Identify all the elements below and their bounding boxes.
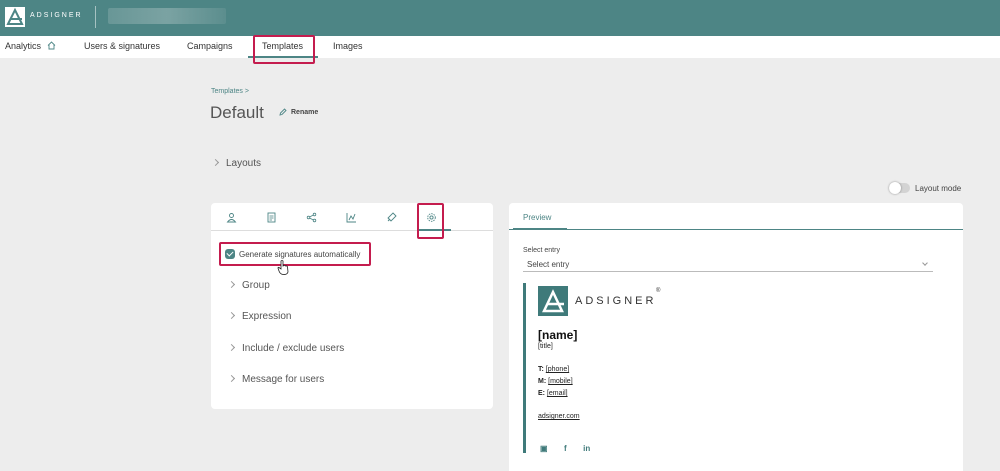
signature-name: [name]	[538, 328, 578, 342]
signature-email: E: [email]	[538, 390, 568, 397]
signature-website[interactable]: adsigner.com	[538, 413, 580, 420]
chevron-right-icon	[227, 374, 236, 383]
select-entry-value: Select entry	[527, 260, 570, 269]
signature-title: [title]	[538, 343, 553, 350]
chevron-down-icon	[922, 260, 928, 266]
breadcrumb[interactable]: Templates >	[211, 88, 249, 95]
option-message-for-users[interactable]: Message for users	[227, 374, 324, 385]
highlight-gear-tab	[417, 203, 444, 239]
select-entry-dropdown[interactable]: Select entry	[523, 259, 933, 272]
select-entry-label: Select entry	[523, 247, 560, 254]
chevron-right-icon	[211, 158, 220, 167]
facebook-icon[interactable]: f	[564, 444, 567, 453]
signature-social-icons: ▣ f in	[540, 438, 602, 456]
nav-item-analytics[interactable]: Analytics	[5, 41, 56, 52]
option-group[interactable]: Group	[227, 280, 270, 291]
chevron-right-icon	[227, 343, 236, 352]
document-icon[interactable]	[266, 212, 277, 223]
page-title: Default	[210, 103, 264, 122]
layout-mode-toggle[interactable]: Layout mode	[889, 182, 961, 194]
option-include-exclude-users[interactable]: Include / exclude users	[227, 343, 344, 354]
layouts-expander[interactable]: Layouts	[211, 158, 261, 169]
share-icon[interactable]	[306, 212, 317, 223]
linkedin-icon[interactable]: in	[583, 444, 590, 453]
top-divider	[95, 6, 96, 28]
nav-item-images[interactable]: Images	[333, 41, 363, 51]
logo-text: ADSIGNER	[30, 12, 83, 19]
signature-preview: ADSIGNER ® [name] [title] T: [phone] M: …	[523, 283, 823, 453]
option-expression[interactable]: Expression	[227, 311, 291, 322]
nav-bar: Analytics Users & signatures Campaigns T…	[0, 36, 1000, 58]
nav-item-users-signatures[interactable]: Users & signatures	[84, 41, 160, 51]
highlight-generate-checkbox	[219, 242, 371, 266]
pencil-icon	[279, 108, 287, 116]
signature-logo-text: ADSIGNER	[575, 295, 657, 307]
signature-mobile: M: [mobile]	[538, 378, 573, 385]
highlight-templates-tab	[253, 35, 315, 64]
top-bar: ADSIGNER	[0, 0, 1000, 36]
registered-mark: ®	[656, 288, 661, 294]
adsigner-logo[interactable]	[5, 7, 25, 27]
user-icon[interactable]	[226, 212, 237, 223]
settings-tabs	[211, 203, 493, 231]
image-icon[interactable]: ▣	[540, 444, 548, 453]
signature-phone: T: [phone]	[538, 366, 570, 373]
chart-icon[interactable]	[346, 212, 357, 223]
chevron-right-icon	[227, 280, 236, 289]
hand-cursor-icon	[277, 260, 289, 275]
tab-preview[interactable]: Preview	[523, 213, 551, 222]
rocket-icon[interactable]	[386, 212, 397, 223]
account-name-redacted	[108, 8, 226, 24]
nav-item-campaigns[interactable]: Campaigns	[187, 41, 233, 51]
home-icon	[47, 41, 56, 52]
preview-tab-indicator	[513, 228, 567, 230]
chevron-right-icon	[227, 311, 236, 320]
preview-panel: Preview Select entry Select entry ADSIGN…	[509, 203, 963, 471]
toggle-switch[interactable]	[889, 182, 910, 194]
settings-panel: Generate signatures automatically Group …	[211, 203, 493, 409]
preview-divider	[509, 229, 963, 230]
rename-button[interactable]: Rename	[279, 108, 318, 116]
signature-logo	[538, 286, 568, 316]
